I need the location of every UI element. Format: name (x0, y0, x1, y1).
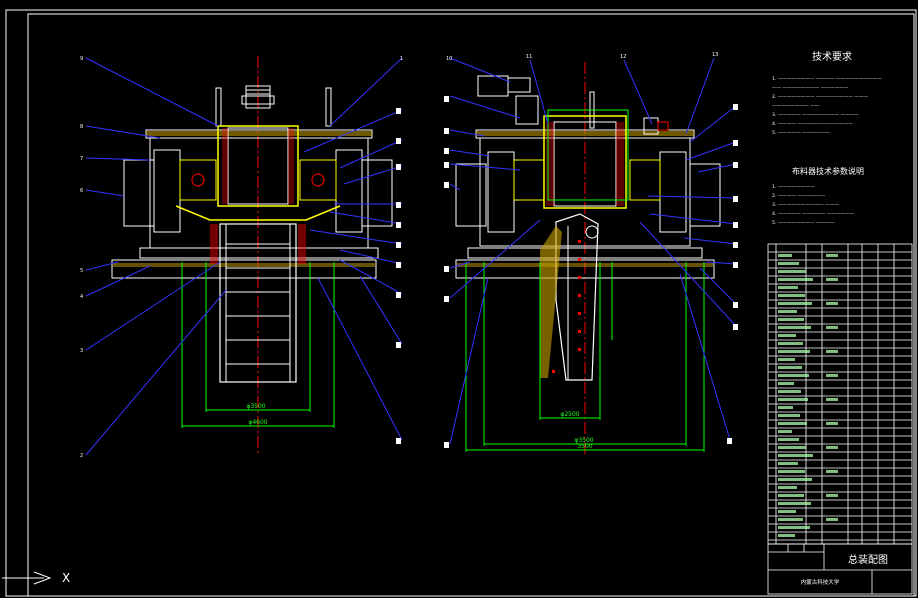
cad-drawing-canvas[interactable]: φ3500 φ4600 9 8 7 6 5 4 3 2 1 φ2500 φ350… (0, 0, 918, 598)
parts-list-entry-mark (778, 510, 796, 513)
parts-list-entry-mark (778, 374, 809, 377)
part-number-10: 10 (446, 56, 452, 62)
part-number-4: 6 (80, 188, 83, 194)
parts-list-entry-mark (826, 254, 838, 257)
parts-list-entry-mark (778, 486, 797, 489)
parts-list-entry-mark (778, 422, 807, 425)
tech-req-line-7: 5. ————— —————— (772, 130, 830, 136)
left-assembly-view: φ3500 φ4600 9 8 7 6 5 4 3 2 1 (80, 56, 403, 459)
part-number-8: 2 (80, 453, 83, 459)
parts-list-entry-mark (826, 446, 838, 449)
part-number-9: 1 (400, 56, 403, 62)
part-number-13: 13 (712, 52, 718, 58)
part-number-1: 9 (80, 56, 83, 62)
parts-list-entry-mark (778, 406, 793, 409)
parts-list-entry-mark (778, 414, 800, 417)
parts-list-entry-mark (778, 310, 797, 313)
part-number-7: 3 (80, 348, 83, 354)
parts-list-entry-mark (778, 302, 812, 305)
right-assembly-view: φ2500 φ3500 3500 10 11 12 13 (444, 52, 738, 455)
tech-requirements-block: 技术要求 1. ———————— ———— —————————— —— ————… (772, 50, 882, 136)
params-title: 布料器技术参数说明 (792, 166, 864, 176)
parts-list-entry-mark (778, 534, 795, 537)
part-number-5: 5 (80, 268, 83, 274)
parts-list-entry-mark (826, 302, 838, 305)
parts-list-entry-mark (778, 366, 802, 369)
part-number-6: 4 (80, 294, 83, 300)
parts-list-entry-mark (826, 494, 838, 497)
params-line-3: 3. —————————— ——— (772, 202, 839, 208)
parts-list-entry-mark (778, 342, 803, 345)
parts-list-entry-mark (826, 278, 838, 281)
parts-list-entry-mark (778, 462, 798, 465)
title-block (767, 543, 913, 595)
parts-list-entry-mark (778, 470, 805, 473)
parts-list-entry-mark (778, 478, 812, 481)
parts-list-entry-mark (778, 454, 813, 457)
part-number-2: 8 (80, 124, 83, 130)
parts-list-entry-mark (826, 518, 838, 521)
parts-list-entry-mark (778, 294, 805, 297)
parts-list-entry-mark (778, 254, 792, 257)
parts-list-entry-mark (778, 350, 810, 353)
parts-list-entry-mark (778, 430, 792, 433)
params-line-5: 5. ———————— ———— (772, 220, 835, 226)
tech-req-line-4: ———————— —— (772, 104, 820, 109)
parts-list-entry-mark (826, 326, 838, 329)
tech-req-line-5: 3. ————— ———————— ———— (772, 112, 859, 118)
right-dim-outer: 3500 (577, 443, 592, 450)
params-line-1: 1. ———————— (772, 184, 815, 190)
params-line-2: 2. ———— —————— (772, 193, 826, 199)
parts-list-entry-mark (826, 398, 838, 401)
university-name: 内蒙古科技大学 (801, 578, 840, 586)
parts-list-entry-mark (826, 422, 838, 425)
parts-list-entry-mark (778, 278, 813, 281)
parts-list-entries (778, 254, 838, 537)
tech-req-line-2: —— ———————— —————— (772, 86, 849, 91)
parts-list-entry-mark (778, 502, 811, 505)
parts-list-entry-mark (778, 494, 804, 497)
parts-list-entry-mark (778, 262, 799, 265)
parts-list-entry-mark (778, 446, 806, 449)
tech-req-line-1: 1. ———————— ———— —————————— (772, 76, 882, 82)
parts-list-entry-mark (778, 358, 795, 361)
parts-list-entry-mark (826, 374, 838, 377)
parts-list-entry-mark (778, 438, 799, 441)
ucs-x-label: X (62, 571, 70, 585)
parts-list-entry-mark (778, 326, 811, 329)
parts-list-entry-mark (778, 390, 801, 393)
params-line-4: 4. ————— ————— —————— (772, 211, 855, 217)
parts-list-entry-mark (778, 382, 794, 385)
left-dim-small: φ3500 (246, 403, 265, 410)
tech-requirements-title: 技术要求 (812, 50, 852, 63)
part-number-3: 7 (80, 156, 83, 162)
right-dim-inner: φ2500 (560, 411, 579, 418)
parts-list-entry-mark (826, 350, 838, 353)
left-dim-large: φ4600 (248, 419, 267, 426)
parts-list-entry-mark (778, 398, 808, 401)
ucs-axis-icon: X (2, 571, 70, 585)
parts-list-entry-mark (778, 286, 798, 289)
params-block: 布料器技术参数说明 1. ———————— 2. ———— —————— 3. … (772, 166, 864, 226)
parts-list-entry-mark (778, 518, 803, 521)
parts-list-entry-mark (826, 470, 838, 473)
part-number-12: 12 (620, 54, 626, 60)
part-number-11: 11 (526, 54, 532, 60)
tech-req-line-3: 2. ———————— ———————— ——— (772, 94, 868, 100)
parts-list-entry-mark (778, 318, 804, 321)
parts-list-entry-mark (778, 526, 810, 529)
parts-list-entry-mark (778, 270, 806, 273)
drawing-title: 总装配图 (848, 553, 888, 566)
tech-req-line-6: 4. ———— ———————————— (772, 121, 853, 127)
parts-list-entry-mark (778, 334, 796, 337)
